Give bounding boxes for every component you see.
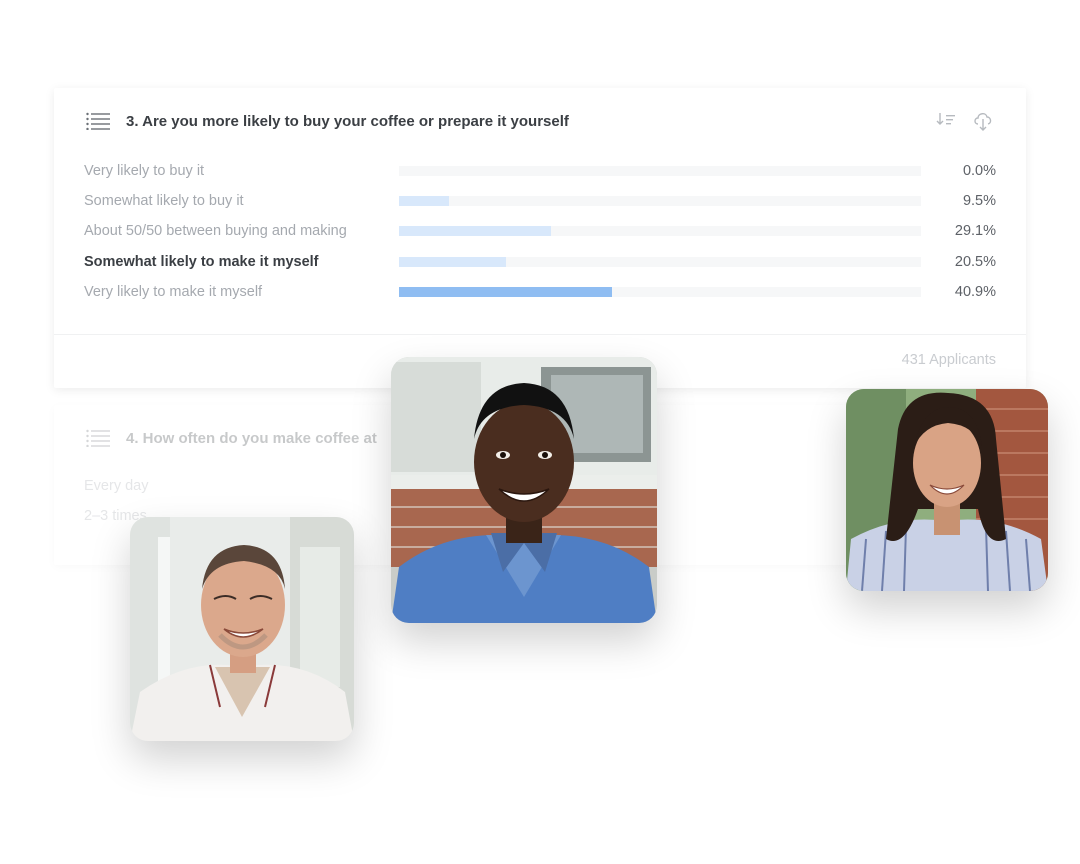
question-card-3: 3. Are you more likely to buy your coffe… [54, 88, 1026, 388]
answer-bar-track [399, 287, 921, 297]
question-title: 4. How often do you make coffee at [126, 429, 377, 447]
answer-bar-track [399, 257, 921, 267]
answer-label: Every day [84, 478, 149, 494]
participant-photo-1 [130, 517, 354, 741]
sort-icon[interactable] [936, 110, 956, 128]
answer-percent: 29.1% [954, 223, 996, 239]
answer-percent: 20.5% [954, 254, 996, 270]
answer-bar-fill [399, 196, 449, 206]
answer-bar-track [399, 226, 921, 236]
question-actions [936, 110, 994, 132]
answer-row: About 50/50 between buying and making 29… [84, 221, 996, 241]
answer-label: About 50/50 between buying and making [84, 223, 347, 239]
question-header: 3. Are you more likely to buy your coffe… [86, 108, 994, 134]
answer-bar-fill [399, 226, 551, 236]
list-icon [86, 112, 110, 130]
cloud-download-icon[interactable] [972, 110, 994, 132]
answer-bar-track [399, 166, 921, 176]
question-title: 3. Are you more likely to buy your coffe… [126, 112, 569, 130]
participant-photo-2 [391, 357, 657, 623]
answer-row: Very likely to make it myself 40.9% [84, 282, 996, 302]
answer-bar-fill [399, 287, 613, 297]
applicants-count: 431 Applicants [901, 352, 996, 368]
list-icon [86, 429, 110, 447]
participant-photo-3 [846, 389, 1048, 591]
answer-label: Very likely to make it myself [84, 284, 263, 300]
answer-percent: 9.5% [962, 193, 996, 209]
answer-percent: 0.0% [962, 163, 996, 179]
answer-label: Somewhat likely to buy it [84, 193, 244, 209]
answer-label: Very likely to buy it [84, 163, 205, 179]
card-divider [54, 334, 1026, 335]
answer-label: Somewhat likely to make it myself [84, 254, 319, 270]
answer-row: Very likely to buy it 0.0% [84, 161, 996, 181]
answer-percent: 40.9% [954, 284, 996, 300]
answer-row: Somewhat likely to buy it 9.5% [84, 191, 996, 211]
answer-bar-fill [399, 257, 506, 267]
answer-row: Somewhat likely to make it myself 20.5% [84, 252, 996, 272]
answer-bar-track [399, 196, 921, 206]
